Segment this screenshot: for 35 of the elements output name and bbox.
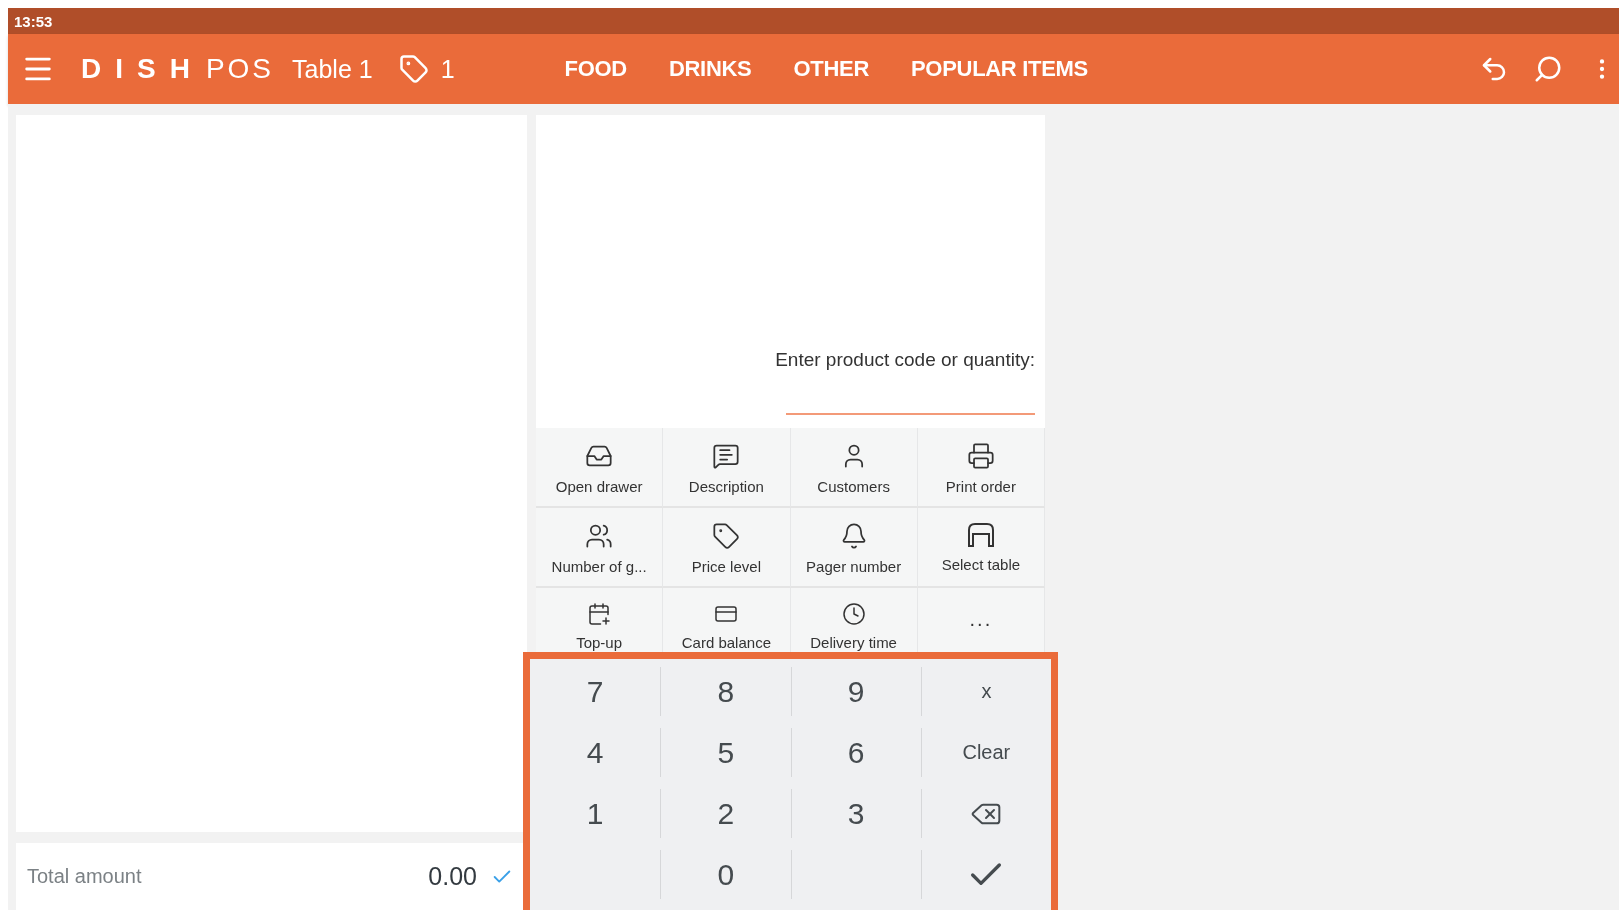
numpad-key[interactable]: 5 bbox=[707, 731, 745, 774]
action-button[interactable]: Customers bbox=[790, 428, 918, 508]
table-name: Table 1 bbox=[292, 54, 373, 84]
numpad-key[interactable]: 7 bbox=[576, 670, 614, 713]
brand-logo-bold: DISH bbox=[81, 53, 204, 85]
table-icon bbox=[965, 522, 996, 548]
action-icon bbox=[712, 442, 741, 470]
numpad-key[interactable]: 0 bbox=[707, 853, 745, 896]
numpad-key[interactable]: 9 bbox=[837, 670, 875, 713]
status-time: 13:53 bbox=[8, 8, 1619, 34]
action-icon bbox=[585, 522, 614, 550]
action-icon bbox=[966, 442, 995, 470]
numpad-key[interactable]: 2 bbox=[707, 792, 745, 835]
numpad-key[interactable]: 4 bbox=[576, 731, 614, 774]
tag-icon[interactable] bbox=[398, 54, 429, 84]
action-button[interactable]: Print order bbox=[917, 428, 1045, 508]
action-button[interactable]: Price level bbox=[663, 508, 791, 588]
brand-logo-light: POS bbox=[205, 53, 275, 85]
action-icon bbox=[712, 522, 741, 550]
numpad-key[interactable]: 1 bbox=[576, 792, 614, 835]
total-label: Total amount bbox=[27, 865, 143, 888]
tag-count: 1 bbox=[440, 54, 455, 84]
total-value: 0.00 bbox=[428, 862, 477, 891]
numpad-key[interactable]: Clear bbox=[952, 737, 1021, 768]
action-button[interactable]: Number of g... bbox=[536, 508, 664, 588]
action-button[interactable]: Select table bbox=[917, 508, 1045, 588]
numpad-key[interactable]: 3 bbox=[837, 792, 875, 835]
action-button[interactable]: Pager number bbox=[790, 508, 918, 588]
action-button[interactable]: Description bbox=[663, 428, 791, 508]
numpad-key[interactable]: x bbox=[971, 676, 1002, 707]
action-button[interactable]: Open drawer bbox=[536, 428, 664, 508]
entry-prompt: Enter product code or quantity: bbox=[775, 349, 1035, 371]
numpad-key[interactable]: 6 bbox=[837, 731, 875, 774]
search-icon[interactable] bbox=[1533, 54, 1563, 84]
numpad-key[interactable]: 8 bbox=[707, 670, 745, 713]
